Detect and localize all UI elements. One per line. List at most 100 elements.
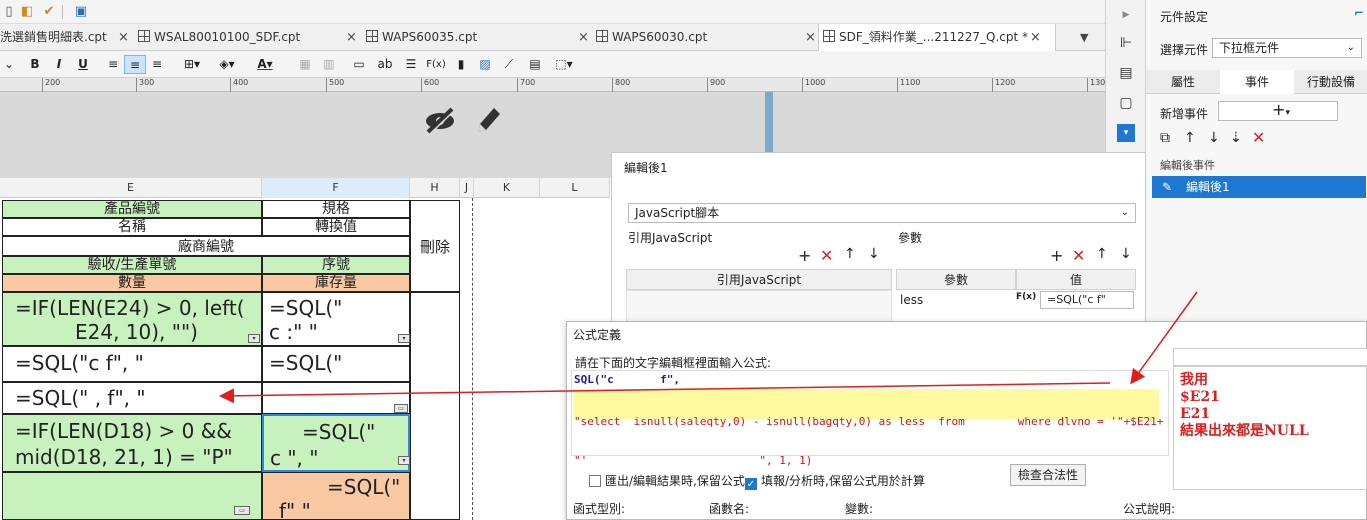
arrow-down-icon[interactable]: ↓: [1120, 246, 1132, 262]
add-icon[interactable]: +: [798, 246, 811, 265]
chart-icon[interactable]: ▮: [452, 55, 470, 74]
cell-e-row5[interactable]: [2, 472, 262, 520]
paragraph-icon[interactable]: ☰: [402, 55, 420, 74]
cell-name[interactable]: 名稱: [2, 218, 262, 236]
arrow-up-icon[interactable]: ↑: [1184, 130, 1196, 146]
sort-icon[interactable]: ⇣: [1230, 130, 1242, 146]
align-center-icon[interactable]: ≡: [124, 55, 146, 74]
fill-color-icon[interactable]: ◈▾: [212, 55, 242, 74]
formula-editor[interactable]: SQL("c f", "select isnull(saleqty,0) - i…: [571, 370, 1169, 467]
condition-icon[interactable]: ▢: [1117, 94, 1135, 112]
italic-button[interactable]: I: [50, 55, 68, 74]
tab-wsal80010100[interactable]: WSAL80010100_SDF.cpt: [138, 24, 338, 51]
close-icon[interactable]: ×: [578, 24, 589, 51]
column-f-header[interactable]: F: [262, 178, 410, 198]
component-select[interactable]: 下拉框元件 ⌄: [1212, 38, 1362, 58]
param-name-cell[interactable]: less: [900, 293, 923, 307]
cell-e-row2[interactable]: =SQL("c f", ": [2, 346, 262, 382]
column-k-header[interactable]: K: [474, 178, 540, 198]
formula-fx-icon[interactable]: F(x): [1016, 292, 1036, 302]
cell-f-row2[interactable]: =SQL(": [262, 346, 410, 382]
add-icon[interactable]: +: [1050, 246, 1063, 265]
cell-product-code[interactable]: 產品編號: [2, 200, 262, 218]
delete-icon[interactable]: ✕: [820, 246, 833, 265]
cell-widget-icon[interactable]: ▾: [398, 456, 410, 465]
cell-e-row3[interactable]: =SQL(" , f", ": [2, 382, 262, 414]
keep-formula-export-checkbox[interactable]: 匯出/編輯結果時,保留公式: [589, 472, 745, 489]
cell-delete[interactable]: 刪除: [410, 200, 460, 292]
cell-receipt-no[interactable]: 驗收/生產單號: [2, 256, 262, 274]
cell-f-row3[interactable]: [262, 382, 410, 414]
copy-icon[interactable]: ⧉: [1160, 130, 1170, 146]
check-validity-button[interactable]: 檢查合法性: [1010, 464, 1086, 486]
tab-overflow-icon[interactable]: ▼: [1080, 24, 1088, 51]
component-settings-icon[interactable]: ▾: [1117, 124, 1135, 142]
arrow-down-icon[interactable]: ↓: [868, 246, 880, 262]
cell-stock[interactable]: 庫存量: [262, 274, 410, 292]
keep-formula-fill-checkbox[interactable]: ✓ 填報/分析時,保留公式用於計算: [745, 472, 925, 490]
slash-icon[interactable]: ⟋: [500, 55, 518, 74]
cell-seq[interactable]: 序號: [262, 256, 410, 274]
subreport-icon[interactable]: ▤: [526, 55, 544, 74]
tab-sales-detail[interactable]: 洗選銷售明細表.cpt: [0, 24, 120, 51]
tab-waps60035[interactable]: WAPS60035.cpt: [366, 24, 566, 51]
close-icon[interactable]: ×: [118, 24, 129, 51]
close-icon[interactable]: ×: [346, 24, 357, 51]
cell-f-row4-selected[interactable]: =SQL(" c ", ": [262, 414, 410, 472]
cell-conversion[interactable]: 轉換值: [262, 218, 410, 236]
cell-delete-column[interactable]: [410, 292, 460, 520]
cell-widget-icon[interactable]: ▾: [248, 334, 260, 343]
border-icon[interactable]: ⊞▾: [178, 55, 206, 74]
paste-icon[interactable]: ▯: [0, 3, 18, 21]
event-item-after-edit[interactable]: ✎ 編輯後1: [1152, 176, 1366, 198]
insert-line-icon[interactable]: ▭: [350, 55, 368, 74]
close-icon[interactable]: ×: [805, 24, 816, 51]
cell-vendor-code[interactable]: 廠商編號: [2, 236, 410, 256]
tab-waps60030[interactable]: WAPS60030.cpt: [596, 24, 796, 51]
bold-button[interactable]: B: [26, 55, 44, 74]
brush-icon[interactable]: ✔: [40, 3, 58, 21]
align-left-icon[interactable]: ≡: [104, 55, 122, 74]
merge-cells-icon[interactable]: ▦: [296, 55, 314, 74]
cell-attribute-icon[interactable]: ⊩: [1117, 34, 1135, 52]
cell-widget-icon[interactable]: ▭: [394, 404, 408, 413]
pencil-icon[interactable]: [472, 104, 502, 136]
search-function-input[interactable]: [1173, 348, 1367, 366]
tab-mobile[interactable]: 行動設備: [1294, 70, 1367, 94]
image-icon[interactable]: ▨: [476, 55, 494, 74]
delete-icon[interactable]: ✕: [1252, 128, 1265, 147]
cell-widget-icon[interactable]: ▭: [234, 506, 250, 515]
unmerge-cells-icon[interactable]: ▥: [320, 55, 338, 74]
align-right-icon[interactable]: ≡: [148, 55, 166, 74]
cell-widget-icon[interactable]: ▾: [398, 334, 410, 343]
eye-slash-icon[interactable]: [424, 104, 456, 136]
underline-button[interactable]: U: [74, 55, 92, 74]
cell-f-row1[interactable]: =SQL(" c :" ": [262, 292, 410, 346]
font-size-dropdown-icon[interactable]: ⌄: [2, 55, 16, 74]
pin-icon[interactable]: ⌐: [1354, 6, 1364, 20]
column-h-header[interactable]: H: [410, 178, 460, 198]
preview-icon[interactable]: ▣: [72, 3, 90, 21]
arrow-up-icon[interactable]: ↑: [1096, 246, 1108, 262]
cell-e-row1[interactable]: =IF(LEN(E24) > 0, left( E24, 10), ""): [2, 292, 262, 346]
font-color-button[interactable]: A▾: [250, 55, 280, 74]
param-value-field[interactable]: =SQL("c f": [1040, 291, 1134, 309]
widget-settings-icon[interactable]: ▤: [1117, 64, 1135, 82]
column-l-header[interactable]: L: [540, 178, 610, 198]
column-e-header[interactable]: E: [0, 178, 262, 198]
text-icon[interactable]: ab: [374, 55, 396, 74]
tab-events[interactable]: 事件: [1220, 70, 1294, 94]
arrow-up-icon[interactable]: ↑: [844, 246, 856, 262]
formula-icon[interactable]: F(x): [424, 55, 448, 74]
tab-sdf-active[interactable]: SDF_領料作業_...211227_Q.cpt *: [818, 24, 1056, 51]
delete-icon[interactable]: ✕: [1072, 246, 1085, 265]
widget-icon[interactable]: ⬚▾: [550, 55, 578, 74]
close-icon[interactable]: ×: [1030, 24, 1041, 51]
cell-qty[interactable]: 數量: [2, 274, 262, 292]
cell-e-row4[interactable]: =IF(LEN(D18) > 0 && mid(D18, 21, 1) = "P…: [2, 414, 262, 472]
cell-spec[interactable]: 規格: [262, 200, 410, 218]
column-j-header[interactable]: J: [460, 178, 474, 198]
add-event-button[interactable]: +▾: [1218, 101, 1338, 121]
tab-properties[interactable]: 屬性: [1146, 70, 1220, 94]
format-painter-icon[interactable]: ◧: [18, 3, 36, 21]
